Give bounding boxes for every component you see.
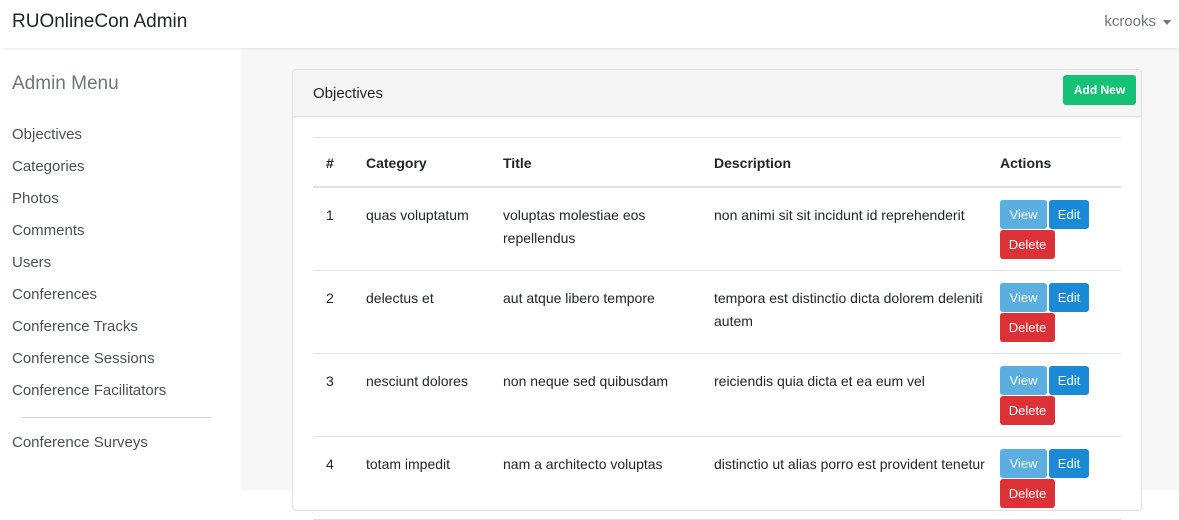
sidebar-item-objectives[interactable]: Objectives — [12, 125, 166, 157]
row-title: voluptas molestiae eos repellendus — [503, 207, 646, 246]
admin-sidebar: Admin Menu Objectives Categories Photos … — [0, 48, 242, 490]
header-actions: Actions — [1000, 154, 1052, 171]
menu-divider — [22, 417, 212, 418]
row-category: quas voluptatum — [366, 207, 469, 223]
row-actions: View Edit Delete — [1000, 353, 1121, 436]
row-category: nesciunt dolores — [366, 372, 468, 389]
admin-menu-list: Objectives Categories Photos Comments Us… — [12, 125, 166, 413]
delete-button[interactable]: Delete — [1000, 395, 1055, 425]
user-name: kcrooks — [1104, 13, 1156, 30]
row-actions: View Edit Delete — [1000, 187, 1121, 270]
table-header-row: # Category Title Description Actions — [313, 137, 1121, 187]
row-description: tempora est distinctio dicta dolorem del… — [714, 289, 983, 329]
table-row: 3 nesciunt dolores non neque sed quibusd… — [313, 353, 1121, 436]
admin-menu-title: Admin Menu — [12, 73, 119, 94]
edit-button[interactable]: Edit — [1049, 282, 1089, 312]
row-number: 1 — [326, 207, 334, 223]
app-brand[interactable]: RUOnlineCon Admin — [12, 11, 187, 33]
edit-button[interactable]: Edit — [1049, 200, 1089, 229]
delete-button[interactable]: Delete — [1000, 230, 1055, 259]
row-description: non animi sit sit incidunt id reprehende… — [714, 207, 965, 223]
row-description: distinctio ut alias porro est provident … — [714, 455, 985, 472]
sidebar-item-conferences[interactable]: Conferences — [12, 285, 166, 317]
row-actions: View Edit Delete — [1000, 270, 1121, 353]
row-number: 2 — [326, 289, 334, 306]
view-button[interactable]: View — [1000, 282, 1047, 312]
view-button[interactable]: View — [1000, 365, 1047, 395]
header-description: Description — [714, 154, 792, 171]
sidebar-item-conference-sessions[interactable]: Conference Sessions — [12, 349, 166, 381]
top-navbar: RUOnlineCon Admin kcrooks — [0, 0, 1179, 48]
view-button[interactable]: View — [1000, 200, 1047, 229]
row-title: aut atque libero tempore — [503, 289, 655, 306]
user-menu[interactable]: kcrooks — [1104, 13, 1171, 30]
delete-button[interactable]: Delete — [1000, 312, 1055, 342]
objectives-table: # Category Title Description Actions 1 q… — [313, 137, 1121, 520]
view-button[interactable]: View — [1000, 448, 1047, 478]
row-description: reiciendis quia dicta et ea eum vel — [714, 372, 925, 389]
sidebar-item-conference-surveys[interactable]: Conference Surveys — [12, 434, 148, 451]
delete-button[interactable]: Delete — [1000, 478, 1055, 508]
row-title: non neque sed quibusdam — [503, 372, 669, 389]
edit-button[interactable]: Edit — [1049, 448, 1089, 478]
row-title: nam a architecto voluptas — [503, 455, 663, 472]
objectives-card: Objectives Add New # Category Title Desc… — [292, 69, 1142, 519]
table-row: 4 totam impedit nam a architecto volupta… — [313, 436, 1121, 519]
sidebar-item-categories[interactable]: Categories — [12, 157, 166, 189]
card-header: Objectives Add New — [293, 70, 1141, 117]
card-title: Objectives — [313, 85, 384, 102]
table-row: 1 quas voluptatum voluptas molestiae eos… — [313, 187, 1121, 270]
header-category: Category — [366, 154, 427, 171]
row-number: 3 — [326, 372, 334, 389]
main-content: Objectives Add New # Category Title Desc… — [242, 48, 1179, 519]
sidebar-item-comments[interactable]: Comments — [12, 221, 166, 253]
sidebar-item-conference-facilitators[interactable]: Conference Facilitators — [12, 381, 166, 413]
sidebar-item-photos[interactable]: Photos — [12, 189, 166, 221]
row-number: 4 — [326, 455, 334, 472]
row-category: delectus et — [366, 289, 434, 306]
add-new-button[interactable]: Add New — [1063, 75, 1136, 105]
table-row: 2 delectus et aut atque libero tempore t… — [313, 270, 1121, 353]
row-category: totam impedit — [366, 455, 451, 472]
header-number: # — [326, 154, 334, 171]
sidebar-item-users[interactable]: Users — [12, 253, 166, 285]
header-title: Title — [503, 154, 532, 171]
edit-button[interactable]: Edit — [1049, 365, 1089, 395]
chevron-down-icon — [1163, 19, 1171, 25]
sidebar-item-conference-tracks[interactable]: Conference Tracks — [12, 317, 166, 349]
row-actions: View Edit Delete — [1000, 436, 1121, 519]
